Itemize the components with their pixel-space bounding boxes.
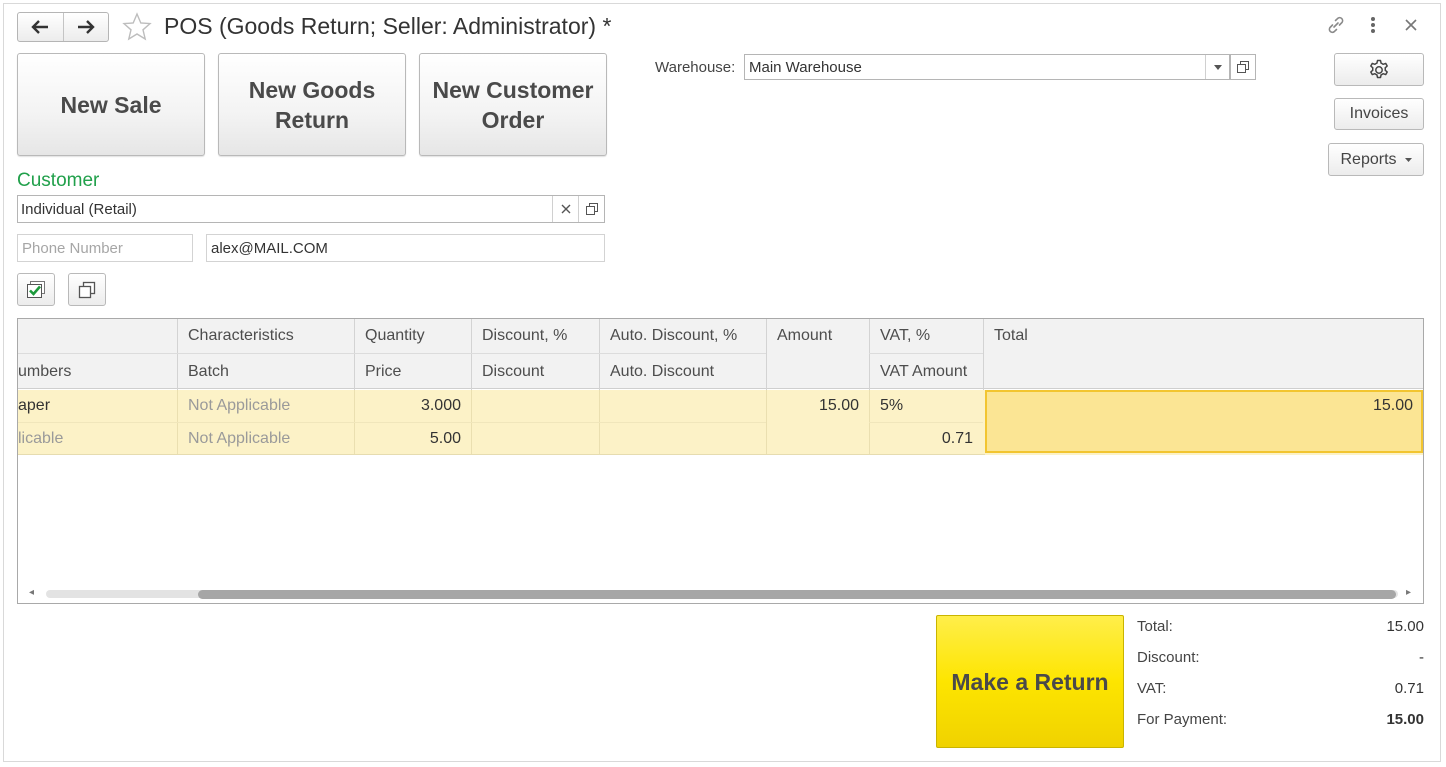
link-icon bbox=[1328, 16, 1344, 34]
summary-total-label: Total: bbox=[1137, 618, 1173, 635]
warehouse-label: Warehouse: bbox=[655, 59, 736, 76]
make-return-button[interactable]: Make a Return bbox=[936, 615, 1124, 748]
customer-section-title: Customer bbox=[17, 170, 100, 191]
link-button[interactable] bbox=[1325, 14, 1347, 36]
customer-field[interactable]: Individual (Retail) bbox=[17, 195, 605, 223]
row-discount-pct bbox=[472, 390, 599, 422]
row-batch: Not Applicable bbox=[188, 429, 291, 447]
forward-button[interactable] bbox=[62, 13, 109, 41]
row-discount bbox=[472, 423, 599, 454]
col-header-discount[interactable]: Discount bbox=[472, 354, 599, 389]
horizontal-scrollbar-thumb[interactable] bbox=[198, 590, 1396, 599]
clear-icon bbox=[561, 204, 570, 214]
warehouse-dropdown-button[interactable] bbox=[1205, 55, 1229, 79]
row-total: 15.00 bbox=[1372, 397, 1413, 414]
col-header-price[interactable]: Price bbox=[355, 354, 471, 389]
scroll-left-arrow[interactable]: ◂ bbox=[29, 587, 34, 598]
warehouse-open-button[interactable] bbox=[1230, 54, 1256, 80]
summary-total-value: 15.00 bbox=[1386, 618, 1424, 635]
summary-discount-value: - bbox=[1419, 649, 1424, 666]
gear-icon bbox=[1370, 59, 1388, 78]
back-button[interactable] bbox=[18, 13, 63, 41]
checkbox-icon bbox=[27, 280, 45, 298]
open-window-icon bbox=[585, 203, 598, 215]
row-characteristics: Not Applicable bbox=[188, 397, 291, 414]
chevron-down-icon bbox=[1213, 64, 1222, 70]
row-price: 5.00 bbox=[429, 429, 461, 447]
summary-discount-label: Discount: bbox=[1137, 649, 1200, 666]
star-icon bbox=[122, 12, 152, 41]
row-amount: 15.00 bbox=[818, 397, 859, 414]
summary-payment-value: 15.00 bbox=[1386, 711, 1424, 728]
row-item-numbers: licable bbox=[18, 429, 64, 447]
more-actions-button[interactable] bbox=[1362, 14, 1384, 36]
col-header-amount[interactable]: Amount bbox=[767, 319, 869, 353]
close-button[interactable] bbox=[1400, 14, 1422, 36]
copy-button[interactable] bbox=[68, 273, 106, 306]
phone-number-field[interactable] bbox=[17, 234, 193, 262]
email-field[interactable] bbox=[206, 234, 605, 262]
more-vertical-icon bbox=[1371, 17, 1375, 33]
scroll-right-arrow[interactable]: ▸ bbox=[1406, 587, 1411, 598]
reports-button[interactable]: Reports bbox=[1328, 143, 1424, 176]
col-header-vat-amount[interactable]: VAT Amount bbox=[870, 354, 983, 389]
customer-clear-button[interactable] bbox=[552, 196, 578, 222]
col-header-batch[interactable]: Batch bbox=[178, 354, 354, 389]
row-vat-amount: 0.71 bbox=[941, 429, 973, 447]
col-header-quantity[interactable]: Quantity bbox=[355, 319, 471, 353]
customer-value: Individual (Retail) bbox=[21, 200, 137, 218]
row-quantity: 3.000 bbox=[420, 397, 461, 414]
col-header-characteristics[interactable]: Characteristics bbox=[178, 319, 354, 353]
warehouse-select[interactable]: Main Warehouse bbox=[744, 54, 1230, 80]
summary-vat-label: VAT: bbox=[1137, 680, 1167, 697]
new-goods-return-button[interactable]: New Goods Return bbox=[218, 53, 406, 156]
row-vat-pct: 5% bbox=[880, 397, 904, 414]
chevron-down-icon bbox=[1404, 157, 1412, 162]
row-auto-discount-pct bbox=[600, 390, 766, 422]
col-header-auto-discount[interactable]: Auto. Discount bbox=[600, 354, 766, 389]
invoices-button[interactable]: Invoices bbox=[1334, 98, 1424, 130]
close-icon bbox=[1405, 19, 1417, 31]
new-customer-order-button[interactable]: New Customer Order bbox=[419, 53, 607, 156]
settings-button[interactable] bbox=[1334, 53, 1424, 86]
col-header-auto-discount-pct[interactable]: Auto. Discount, % bbox=[600, 319, 766, 353]
select-all-button[interactable] bbox=[17, 273, 55, 306]
summary-vat-value: 0.71 bbox=[1394, 680, 1424, 697]
col-header-total[interactable]: Total bbox=[984, 319, 1423, 353]
row-item-name: aper bbox=[18, 397, 51, 414]
new-sale-button[interactable]: New Sale bbox=[17, 53, 205, 156]
warehouse-value: Main Warehouse bbox=[749, 58, 862, 76]
col-header-numbers[interactable]: umbers bbox=[18, 354, 177, 389]
col-header-discount-pct[interactable]: Discount, % bbox=[472, 319, 599, 353]
col-header-item[interactable] bbox=[18, 319, 177, 353]
arrow-left-icon bbox=[31, 20, 49, 34]
arrow-right-icon bbox=[77, 20, 95, 34]
history-navigation bbox=[17, 12, 109, 42]
goods-table: Characteristics Quantity Discount, % Aut… bbox=[17, 318, 1424, 604]
row-auto-discount bbox=[600, 423, 766, 454]
customer-open-button[interactable] bbox=[578, 196, 604, 222]
open-window-icon bbox=[1237, 61, 1249, 73]
copy-icon bbox=[78, 281, 96, 298]
favorite-button[interactable] bbox=[122, 12, 152, 42]
reports-label: Reports bbox=[1340, 150, 1397, 168]
page-title: POS (Goods Return; Seller: Administrator… bbox=[164, 13, 612, 39]
col-header-vat-pct[interactable]: VAT, % bbox=[870, 319, 983, 353]
summary-payment-label: For Payment: bbox=[1137, 711, 1228, 728]
